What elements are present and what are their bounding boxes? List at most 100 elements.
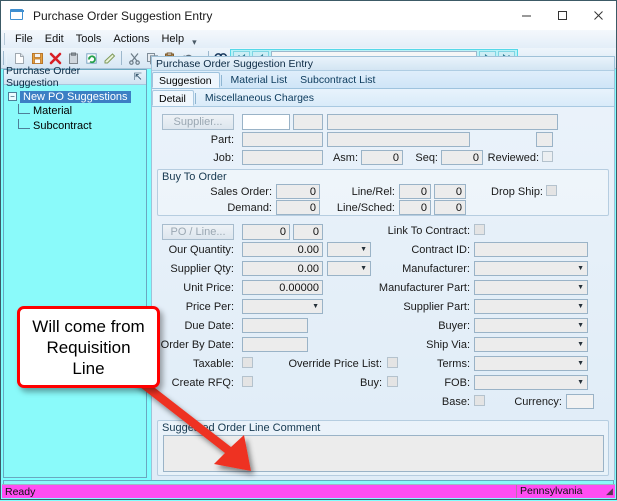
resize-grip-icon[interactable]: ◢: [604, 486, 615, 497]
line-rel-release-field[interactable]: 0: [434, 184, 466, 199]
price-per-combo[interactable]: ▼: [242, 299, 323, 314]
create-rfq-checkbox[interactable]: [242, 376, 253, 387]
suggestion-form-panel: Purchase Order Suggestion Entry Suggesti…: [151, 56, 615, 481]
tab-suggestion[interactable]: Suggestion: [152, 72, 220, 88]
order-by-date-field[interactable]: [242, 337, 308, 352]
order-by-date-label: Order By Date:: [160, 339, 234, 351]
part-description-field[interactable]: [327, 132, 470, 147]
line-rel-label: Line/Rel:: [351, 186, 395, 198]
status-message: Ready: [5, 485, 36, 498]
link-to-contract-label: Link To Contract:: [387, 225, 470, 237]
line-sched-line-field[interactable]: 0: [399, 200, 431, 215]
reviewed-checkbox[interactable]: [542, 151, 553, 162]
job-field[interactable]: [242, 150, 323, 165]
terms-label: Terms:: [437, 358, 470, 370]
supplier-button[interactable]: Supplier...: [162, 114, 234, 130]
unit-price-field[interactable]: 0.00000: [242, 280, 323, 295]
tree-node-new-po-suggestions[interactable]: − New PO Suggestions: [8, 90, 146, 103]
line-rel-line-field[interactable]: 0: [399, 184, 431, 199]
tab-miscellaneous-charges[interactable]: Miscellaneous Charges: [199, 90, 321, 106]
form-panel-title: Purchase Order Suggestion Entry: [152, 57, 614, 71]
type-field[interactable]: [536, 132, 553, 147]
tab-material-list[interactable]: Material List: [225, 72, 295, 88]
terms-combo[interactable]: ▼: [474, 356, 588, 371]
menu-file[interactable]: File: [9, 32, 39, 46]
status-bar: Ready Pennsylvania ◢: [2, 484, 615, 498]
annotation-callout: Will come from Requisition Line: [17, 306, 160, 388]
tree-node-subcontract[interactable]: Subcontract: [18, 118, 146, 133]
comment-textarea[interactable]: [163, 435, 604, 472]
override-price-list-checkbox[interactable]: [387, 357, 398, 368]
chevron-down-icon: ▼: [577, 341, 584, 348]
line-sched-schedule-field[interactable]: 0: [434, 200, 466, 215]
tree-node-label: Subcontract: [33, 119, 92, 132]
currency-label: Currency:: [514, 396, 562, 408]
manufacturer-part-combo[interactable]: ▼: [474, 280, 588, 295]
our-uom-combo[interactable]: ▼: [327, 242, 371, 257]
our-quantity-field[interactable]: 0.00: [242, 242, 323, 257]
sales-order-label: Sales Order:: [210, 186, 272, 198]
po-number-field[interactable]: 0: [242, 224, 290, 240]
tab-subcontract-list[interactable]: Subcontract List: [294, 72, 382, 88]
drop-ship-label: Drop Ship:: [491, 186, 543, 198]
fob-combo[interactable]: ▼: [474, 375, 588, 390]
chevron-down-icon: ▼: [360, 265, 367, 272]
our-quantity-label: Our Quantity:: [168, 244, 234, 256]
menu-bar: File Edit Tools Actions Help ▾: [1, 30, 616, 49]
supplier-part-label: Supplier Part:: [403, 301, 470, 313]
po-line-button[interactable]: PO / Line...: [162, 224, 234, 240]
override-price-list-label: Override Price List:: [288, 358, 382, 370]
demand-field[interactable]: 0: [276, 200, 320, 215]
primary-tab-strip: Suggestion Material List Subcontract Lis…: [152, 71, 614, 89]
tree-expander-icon[interactable]: −: [8, 92, 17, 101]
annotation-line-2: Requisition: [46, 337, 131, 357]
base-checkbox[interactable]: [474, 395, 485, 406]
reviewed-label: Reviewed:: [487, 152, 539, 164]
due-date-field[interactable]: [242, 318, 308, 333]
menu-edit[interactable]: Edit: [39, 32, 70, 46]
create-rfq-label: Create RFQ:: [171, 377, 234, 389]
supplier-id-field[interactable]: [242, 114, 290, 130]
menu-help[interactable]: Help: [155, 32, 190, 46]
annotation-line-3: Line: [72, 358, 105, 378]
supplier-qty-field[interactable]: 0.00: [242, 261, 323, 276]
manufacturer-combo[interactable]: ▼: [474, 261, 588, 276]
comment-group-label: Suggested Order Line Comment: [162, 422, 321, 434]
close-button[interactable]: [580, 1, 616, 30]
supplier-part-combo[interactable]: ▼: [474, 299, 588, 314]
tab-detail[interactable]: Detail: [152, 90, 194, 106]
auto-hide-pin-icon[interactable]: ⇱: [134, 72, 142, 83]
drop-ship-checkbox[interactable]: [546, 185, 557, 196]
chevron-down-icon: ▼: [577, 284, 584, 291]
form-body: Supplier... Part: Type: Job: Asm: 0 Seq:…: [152, 107, 614, 481]
menu-actions[interactable]: Actions: [107, 32, 155, 46]
suggested-order-line-comment-group: Suggested Order Line Comment: [157, 420, 609, 476]
menu-grip: [4, 33, 5, 45]
supplier-uom-combo[interactable]: ▼: [327, 261, 371, 276]
minimize-button[interactable]: [508, 1, 544, 30]
maximize-button[interactable]: [544, 1, 580, 30]
supplier-name-field[interactable]: [327, 114, 558, 130]
menu-tools[interactable]: Tools: [70, 32, 108, 46]
buyer-combo[interactable]: ▼: [474, 318, 588, 333]
taxable-checkbox[interactable]: [242, 357, 253, 368]
contract-id-field[interactable]: [474, 242, 588, 257]
sales-order-field[interactable]: 0: [276, 184, 320, 199]
buy-checkbox[interactable]: [387, 376, 398, 387]
manufacturer-label: Manufacturer:: [402, 263, 470, 275]
line-sched-label: Line/Sched:: [336, 202, 395, 214]
po-line-field[interactable]: 0: [293, 224, 323, 240]
unit-price-label: Unit Price:: [183, 282, 234, 294]
job-label: Job:: [213, 152, 234, 164]
asm-field[interactable]: 0: [361, 150, 403, 165]
currency-field[interactable]: [566, 394, 594, 409]
tree-node-material[interactable]: Material: [18, 103, 146, 118]
ship-via-label: Ship Via:: [426, 339, 470, 351]
tab-divider: [220, 75, 222, 86]
menu-overflow-icon[interactable]: ▾: [192, 37, 197, 48]
part-field[interactable]: [242, 132, 323, 147]
supplier-code-field[interactable]: [293, 114, 323, 130]
ship-via-combo[interactable]: ▼: [474, 337, 588, 352]
seq-field[interactable]: 0: [441, 150, 483, 165]
link-to-contract-checkbox[interactable]: [474, 224, 485, 235]
